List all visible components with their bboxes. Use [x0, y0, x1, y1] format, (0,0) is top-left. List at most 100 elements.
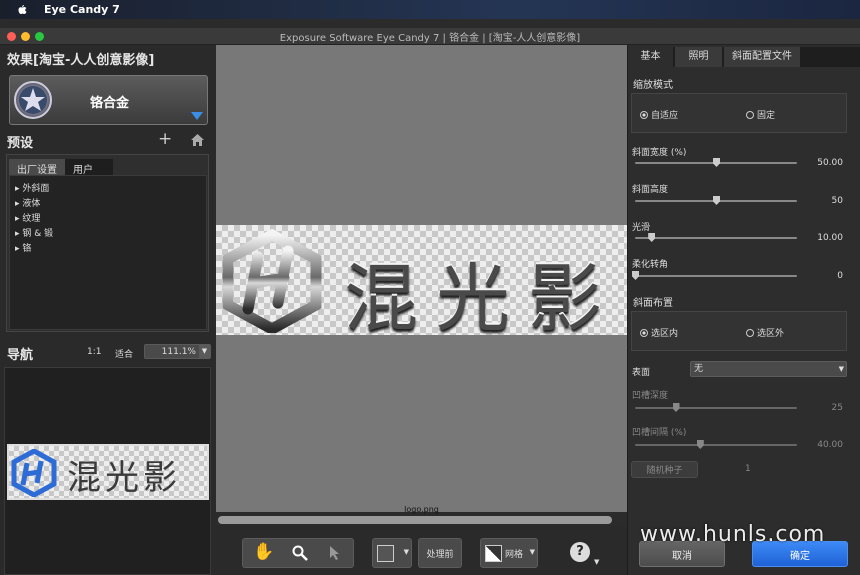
zoom-tool-icon[interactable] — [292, 545, 308, 561]
preview-canvas[interactable]: 混光影 logo.png — [216, 45, 627, 514]
window-title: Exposure Software Eye Candy 7 | 铬合金 | [淘… — [279, 32, 581, 44]
slider-label: 斜面高度 — [632, 185, 669, 195]
preset-name: 铬合金 — [90, 96, 130, 111]
tree-item[interactable]: ▸ 铬 — [10, 240, 206, 255]
tool-group: ✋ — [242, 538, 354, 568]
zoom-value: 111.1% — [161, 346, 196, 357]
slider-value[interactable]: 0 — [803, 271, 843, 281]
hexagon-logo-icon — [11, 449, 57, 497]
slider-thumb[interactable] — [696, 440, 704, 449]
zoom-fit-button[interactable]: 适合 — [115, 347, 133, 360]
slider-track[interactable] — [635, 275, 797, 277]
bevel-place-label: 斜面布置 — [633, 298, 673, 309]
radio-outside-indicator — [746, 328, 754, 337]
apple-icon[interactable] — [16, 4, 28, 16]
presets-heading: 预设 — [7, 136, 34, 151]
slider-thumb[interactable] — [713, 158, 720, 167]
preset-selector[interactable]: 铬合金 — [9, 75, 208, 125]
radio-outside[interactable]: 选区外 — [746, 326, 784, 339]
pointer-tool-icon[interactable] — [329, 545, 341, 561]
slider-value[interactable]: 50.00 — [803, 158, 843, 168]
grid-dropdown-icon[interactable]: ▼ — [530, 548, 535, 556]
dropdown-arrow-icon — [191, 112, 203, 120]
close-button[interactable] — [7, 32, 16, 41]
bottom-toolbar: ✋ ▼ 处理前 网格 ▼ ? ▼ — [216, 526, 627, 575]
radio-inside-indicator — [640, 328, 648, 337]
tree-item[interactable]: ▸ 液体 — [10, 195, 206, 210]
radio-inside[interactable]: 选区内 — [640, 326, 678, 339]
scale-mode-label: 缩放模式 — [633, 80, 673, 91]
hand-tool-icon[interactable]: ✋ — [253, 542, 274, 562]
surface-value: 无 — [694, 364, 704, 374]
chrome-star-icon — [14, 81, 52, 119]
traffic-lights — [7, 32, 44, 41]
tab-lighting[interactable]: 照明 — [675, 47, 722, 67]
zoom-dropdown-icon[interactable]: ▼ — [199, 345, 210, 358]
slider-label: 凹槽深度 — [632, 391, 669, 401]
app-menu[interactable]: Eye Candy 7 — [44, 3, 120, 16]
chrome-hexagon-logo-icon — [222, 229, 322, 333]
home-icon[interactable] — [191, 134, 204, 146]
filename-label: logo.png — [404, 505, 439, 514]
chrome-logo-text: 混光影 — [344, 256, 620, 342]
tab-bevel-profile[interactable]: 斜面配置文件 — [724, 47, 800, 67]
preset-tree: ▸ 外斜面 ▸ 液体 ▸ 纹理 ▸ 钢 & 锻 ▸ 铬 — [9, 175, 207, 330]
settings-tabs: 基本 照明 斜面配置文件 — [628, 47, 860, 67]
grid-icon — [485, 545, 502, 562]
slider-value[interactable]: 10.00 — [803, 233, 843, 243]
window-titlebar: Exposure Software Eye Candy 7 | 铬合金 | [淘… — [0, 28, 860, 45]
before-button[interactable]: 处理前 — [418, 538, 462, 568]
background-color-button[interactable]: ▼ — [372, 538, 412, 568]
slider-label: 柔化转角 — [632, 260, 669, 270]
preset-tab-container: 出厂设置 用户 ▸ 外斜面 ▸ 液体 ▸ 纹理 ▸ 钢 & 锻 ▸ 铬 — [6, 154, 209, 332]
preview-image: 混光影 — [216, 225, 627, 342]
tab-basic[interactable]: 基本 — [628, 47, 673, 67]
menu-bar: Eye Candy 7 — [0, 0, 860, 19]
slider-track[interactable] — [635, 444, 797, 446]
radio-fixed[interactable]: 固定 — [746, 108, 775, 121]
slider-value[interactable]: 25 — [803, 403, 843, 413]
minimize-button[interactable] — [21, 32, 30, 41]
thumbnail-text: 混光影 — [67, 458, 181, 498]
color-dropdown-icon[interactable]: ▼ — [404, 548, 409, 556]
slider-label: 光滑 — [632, 223, 651, 233]
tree-item[interactable]: ▸ 钢 & 锻 — [10, 225, 206, 240]
radio-adaptive-indicator — [640, 110, 648, 119]
tree-item[interactable]: ▸ 纹理 — [10, 210, 206, 225]
grid-button[interactable]: 网格 ▼ — [480, 538, 538, 568]
slider-value[interactable]: 40.00 — [803, 440, 843, 450]
navigator-thumbnail: 混光影 — [7, 444, 209, 500]
watermark: www.hunls.com — [640, 522, 826, 547]
slider-track[interactable] — [635, 407, 797, 409]
slider-value[interactable]: 50 — [803, 196, 843, 206]
grid-label: 网格 — [505, 550, 524, 560]
random-seed-value: 1 — [745, 464, 751, 474]
help-dropdown-icon[interactable]: ▼ — [594, 558, 599, 566]
navigator-heading: 导航 — [7, 348, 34, 363]
slider-label: 斜面宽度 (%) — [632, 148, 687, 158]
settings-panel: 基本 照明 斜面配置文件 缩放模式 自适应 固定 斜面宽度 (%) 50.00 … — [627, 45, 860, 575]
slider-thumb[interactable] — [648, 233, 656, 242]
slider-thumb[interactable] — [713, 196, 720, 205]
color-swatch — [377, 545, 394, 562]
navigator-view[interactable]: 混光影 — [4, 367, 211, 575]
slider-thumb[interactable] — [632, 271, 639, 280]
help-icon[interactable]: ? — [570, 542, 590, 562]
random-seed-button[interactable]: 随机种子 — [631, 461, 698, 478]
radio-adaptive[interactable]: 自适应 — [640, 108, 678, 121]
scale-mode-group: 自适应 固定 — [631, 93, 847, 133]
zoom-1to1-button[interactable]: 1:1 — [87, 347, 101, 357]
slider-label: 凹槽间隔 (%) — [632, 428, 687, 438]
zoom-field[interactable]: 111.1% ▼ — [144, 344, 211, 359]
zoom-button[interactable] — [35, 32, 44, 41]
add-preset-icon[interactable]: + — [158, 129, 172, 149]
horizontal-scrollbar[interactable] — [218, 516, 612, 524]
left-panel: 效果[淘宝-人人创意影像] 铬合金 预设 + 出厂设置 用户 ▸ 外斜面 ▸ 液… — [0, 45, 215, 575]
surface-select[interactable]: 无 ▼ — [690, 361, 847, 377]
slider-track[interactable] — [635, 237, 797, 239]
surface-label: 表面 — [632, 368, 651, 378]
tree-item[interactable]: ▸ 外斜面 — [10, 180, 206, 195]
surface-dropdown-icon: ▼ — [838, 365, 844, 373]
before-label: 处理前 — [426, 549, 454, 560]
slider-thumb[interactable] — [672, 403, 680, 412]
